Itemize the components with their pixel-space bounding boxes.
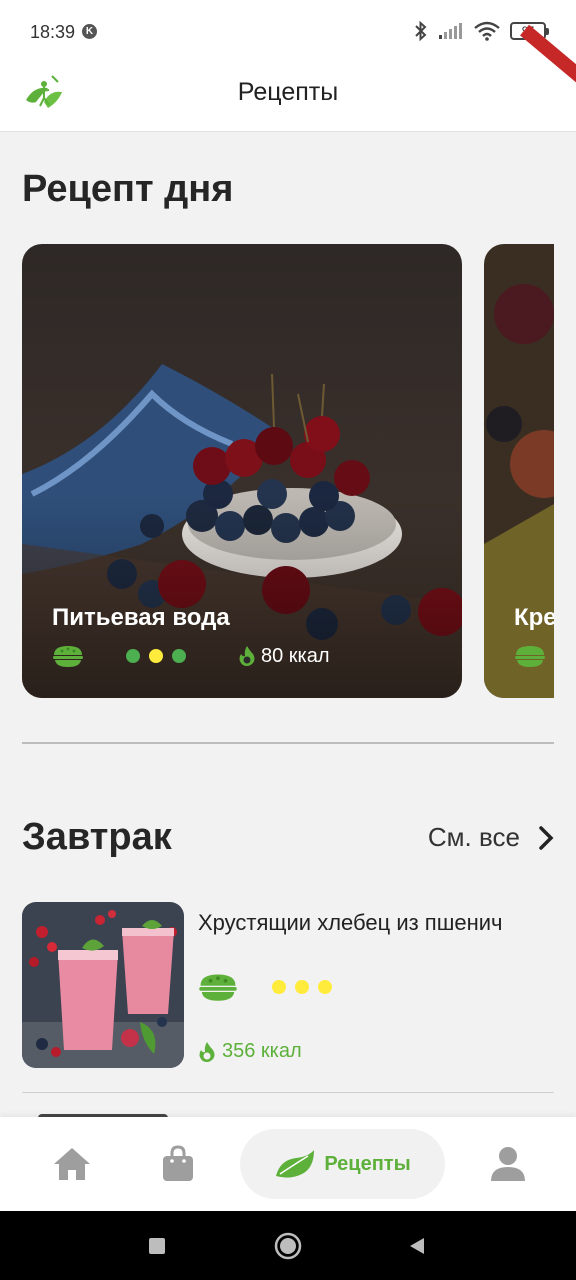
status-time: 18:39 [30,22,76,42]
difficulty-dot [295,980,309,994]
nav-profile[interactable] [466,1117,550,1211]
kcal-value: 356 ккал [222,1040,302,1062]
wifi-icon [474,21,500,41]
flame-icon [239,646,255,666]
recipe-name: Хрустящии хлебец из пшенич [198,910,503,935]
person-icon [491,1147,525,1181]
bowl-icon [53,646,83,667]
bowl-icon [515,646,545,667]
bluetooth-icon [415,20,427,42]
recipe-card[interactable]: Питьевая вода 80 ккал [22,244,462,698]
difficulty-dots [126,649,186,663]
difficulty-dot [149,649,163,663]
recipe-card[interactable]: Кре [484,244,554,698]
nav-home[interactable] [30,1117,114,1211]
recipe-card-meta [514,642,546,670]
difficulty-dot [318,980,332,994]
recipe-kcal: 356 ккал [198,1040,302,1063]
nav-recipes[interactable]: Рецепты [240,1129,445,1199]
difficulty-dot [126,649,140,663]
list-item[interactable]: Хрустящии хлебец из пшенич 356 ккал [22,902,554,1068]
see-all-label: См. все [427,822,520,852]
difficulty-dot [272,980,286,994]
bottom-navigation: Рецепты [0,1117,576,1211]
recipe-thumbnail [22,902,184,1068]
section-divider [22,742,554,744]
bag-icon [163,1145,193,1181]
section-title-breakfast: Завтрак [22,816,172,858]
difficulty-dots [272,980,332,994]
kcal-value: 80 ккал [261,644,330,667]
list-divider [22,1092,554,1093]
notification-icon: K [82,24,97,39]
nav-shop[interactable] [136,1117,220,1211]
recents-button[interactable] [148,1237,166,1255]
chevron-right-icon [539,825,554,850]
flame-icon [199,1041,215,1062]
app-bar: Рецепты [0,24,576,132]
nav-recipes-label: Рецепты [324,1152,411,1175]
home-icon [54,1148,90,1180]
recipe-card-title: Питьевая вода [52,604,230,631]
smoothie-photo [22,902,184,1068]
page-title: Рецепты [237,78,339,106]
signal-icon [439,23,462,39]
section-title-recipe-of-day: Рецепт дня [22,168,234,210]
recipe-card-title: Кре [514,604,554,631]
recipe-card-meta: 80 ккал [52,642,330,670]
home-button[interactable] [274,1232,302,1260]
system-navigation-bar [0,1211,576,1280]
see-all-button[interactable]: См. все [428,822,554,853]
bowl-icon [199,974,237,1001]
difficulty-dot [172,649,186,663]
back-button[interactable] [408,1236,426,1256]
status-bar: 18:39 K 97 [0,0,576,60]
recipe-card-kcal: 80 ккал [238,645,330,668]
leaf-icon [276,1150,315,1178]
